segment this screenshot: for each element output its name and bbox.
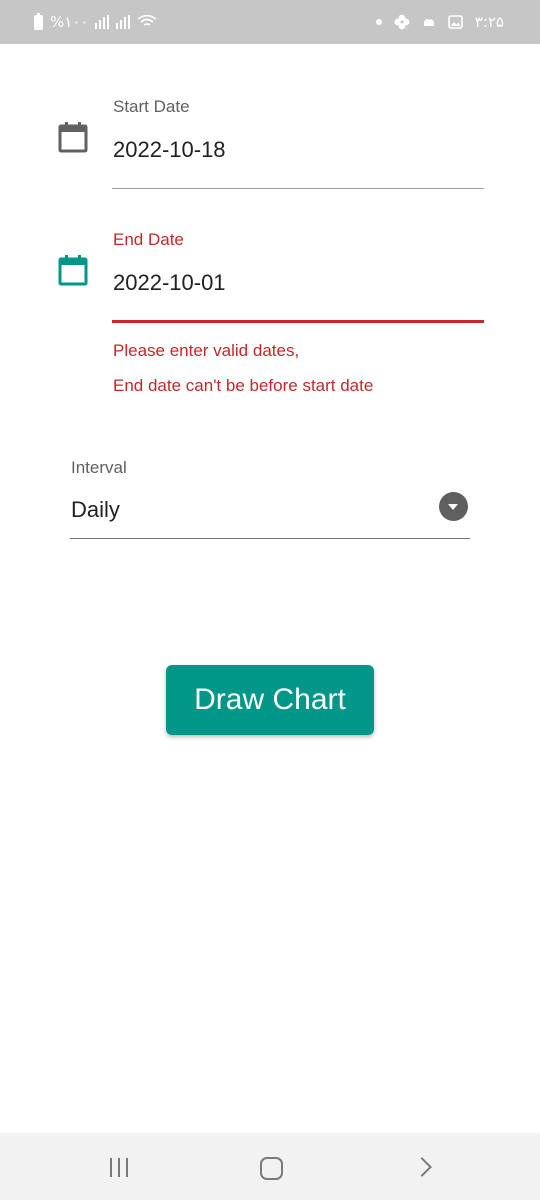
status-left: %۱۰۰ xyxy=(34,12,157,31)
wifi-icon xyxy=(137,15,157,26)
end-date-value[interactable]: 2022-10-01 xyxy=(113,270,226,296)
cloud-icon xyxy=(423,18,434,26)
image-icon xyxy=(447,15,463,29)
signal-icon xyxy=(95,15,110,29)
calendar-icon[interactable] xyxy=(58,122,88,153)
end-date-label: End Date xyxy=(113,230,184,249)
interval-selected-value[interactable]: Daily xyxy=(71,497,120,523)
recents-icon[interactable] xyxy=(110,1158,128,1177)
battery-icon xyxy=(34,12,43,30)
home-icon[interactable] xyxy=(260,1157,283,1180)
draw-chart-button[interactable]: Draw Chart xyxy=(166,665,374,735)
interval-label: Interval xyxy=(71,458,127,477)
status-bar: %۱۰۰ ۳:۲۵ xyxy=(0,0,540,44)
start-date-underline xyxy=(112,188,484,189)
start-date-value[interactable]: 2022-10-18 xyxy=(113,137,226,163)
end-date-underline xyxy=(112,320,484,323)
back-chevron-icon[interactable] xyxy=(412,1157,432,1177)
navigation-bar xyxy=(0,1133,540,1200)
calendar-icon[interactable] xyxy=(58,255,88,286)
fan-icon xyxy=(394,14,410,30)
status-right: ۳:۲۵ xyxy=(375,13,504,31)
notification-dot xyxy=(375,19,382,25)
end-date-error-line-2: End date can't be before start date xyxy=(113,376,374,395)
interval-underline xyxy=(70,538,470,539)
dropdown-arrow-icon[interactable] xyxy=(439,492,468,521)
start-date-label: Start Date xyxy=(113,97,190,116)
battery-percent: %۱۰۰ xyxy=(50,13,89,31)
signal-icon-2 xyxy=(116,15,131,29)
end-date-error-line-1: Please enter valid dates, xyxy=(113,341,300,360)
status-time: ۳:۲۵ xyxy=(474,13,504,31)
